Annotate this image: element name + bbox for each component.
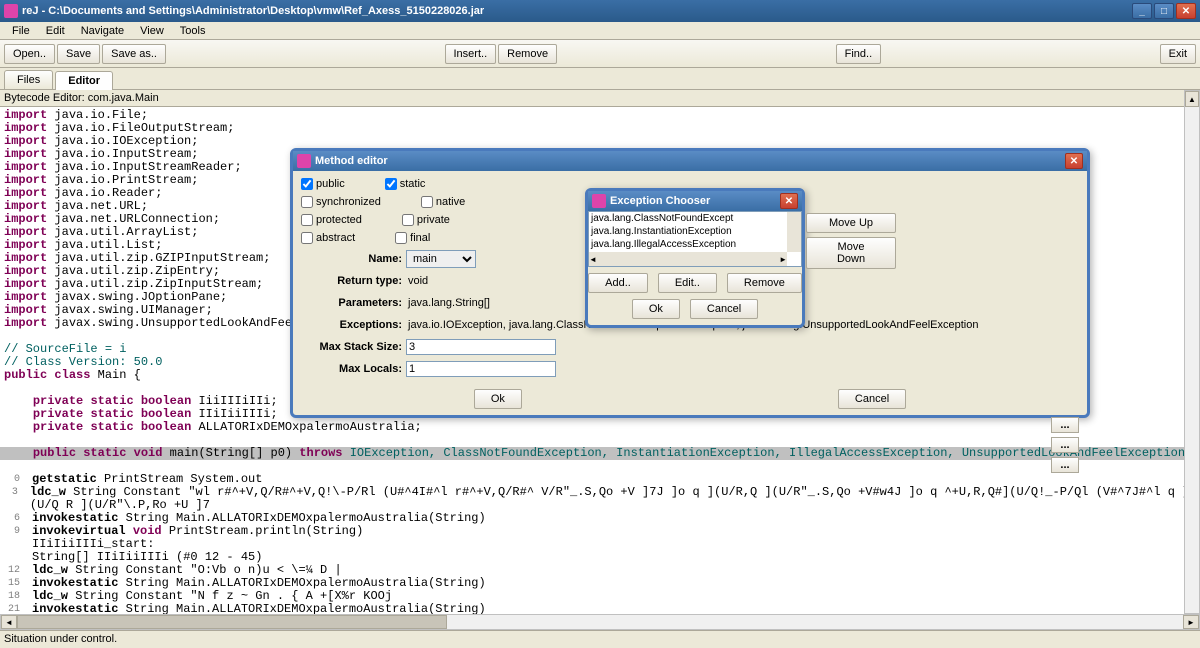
- hscrollbar[interactable]: ◄ ►: [0, 614, 1200, 630]
- rettype-label: Return type:: [301, 275, 406, 287]
- insert-button[interactable]: Insert..: [445, 44, 497, 64]
- app-icon: [4, 4, 18, 18]
- params-value: java.lang.String[]: [406, 297, 490, 309]
- ec-add-button[interactable]: Add..: [588, 273, 648, 293]
- toolbar: Open.. Save Save as.. Insert.. Remove Fi…: [0, 40, 1200, 68]
- remove-button[interactable]: Remove: [498, 44, 557, 64]
- exc-browse-button[interactable]: ...: [1051, 457, 1079, 473]
- menu-tools[interactable]: Tools: [172, 23, 214, 39]
- java-icon: [592, 194, 606, 208]
- tab-files[interactable]: Files: [4, 70, 53, 89]
- exception-list-vscroll[interactable]: [787, 212, 801, 252]
- list-item[interactable]: java.lang.InstantiationException: [589, 225, 801, 238]
- check-final[interactable]: final: [395, 232, 430, 244]
- ec-ok-button[interactable]: Ok: [632, 299, 680, 319]
- exception-list[interactable]: java.lang.ClassNotFoundExcept java.lang.…: [588, 211, 802, 267]
- check-protected[interactable]: protected: [301, 214, 362, 226]
- close-button[interactable]: ✕: [1176, 3, 1196, 19]
- exit-button[interactable]: Exit: [1160, 44, 1196, 64]
- menu-view[interactable]: View: [132, 23, 172, 39]
- check-abstract[interactable]: abstract: [301, 232, 355, 244]
- exception-chooser-sidebuttons: Move Up Move Down: [806, 213, 896, 269]
- app-title: reJ - C:\Documents and Settings\Administ…: [22, 5, 1132, 17]
- list-item[interactable]: java.lang.ClassNotFoundExcept: [589, 212, 801, 225]
- rettype-browse-button[interactable]: ...: [1051, 417, 1079, 433]
- app-titlebar: reJ - C:\Documents and Settings\Administ…: [0, 0, 1200, 22]
- exception-chooser-dialog: Exception Chooser ✕ java.lang.ClassNotFo…: [585, 188, 805, 328]
- tab-editor[interactable]: Editor: [55, 71, 113, 90]
- rettype-value: void: [406, 275, 428, 287]
- movedown-button[interactable]: Move Down: [806, 237, 896, 269]
- exception-chooser-close[interactable]: ✕: [780, 193, 798, 209]
- vscroll-up-arrow[interactable]: ▲: [1185, 91, 1199, 107]
- find-button[interactable]: Find..: [836, 44, 882, 64]
- menu-edit[interactable]: Edit: [38, 23, 73, 39]
- saveas-button[interactable]: Save as..: [102, 44, 166, 64]
- check-static[interactable]: static: [385, 178, 426, 190]
- exception-list-hscroll[interactable]: ◄►: [589, 252, 787, 266]
- name-label: Name:: [301, 253, 406, 265]
- ec-cancel-button[interactable]: Cancel: [690, 299, 758, 319]
- hscroll-left-arrow[interactable]: ◄: [1, 615, 17, 629]
- save-button[interactable]: Save: [57, 44, 100, 64]
- check-private[interactable]: private: [402, 214, 450, 226]
- tabbar: Files Editor: [0, 68, 1200, 90]
- name-select[interactable]: main: [406, 250, 476, 268]
- stack-input[interactable]: [406, 339, 556, 355]
- exception-chooser-titlebar[interactable]: Exception Chooser ✕: [588, 191, 802, 211]
- check-native[interactable]: native: [421, 196, 465, 208]
- menubar: File Edit Navigate View Tools: [0, 22, 1200, 40]
- maximize-button[interactable]: □: [1154, 3, 1174, 19]
- stack-label: Max Stack Size:: [301, 341, 406, 353]
- window-controls: _ □ ✕: [1132, 3, 1196, 19]
- open-button[interactable]: Open..: [4, 44, 55, 64]
- vscrollbar[interactable]: ▲: [1184, 90, 1200, 614]
- java-icon: [297, 154, 311, 168]
- method-editor-ok[interactable]: Ok: [474, 389, 522, 409]
- method-editor-close[interactable]: ✕: [1065, 153, 1083, 169]
- statusbar: Situation under control.: [0, 630, 1200, 648]
- hscroll-right-arrow[interactable]: ►: [1183, 615, 1199, 629]
- menu-file[interactable]: File: [4, 23, 38, 39]
- locals-label: Max Locals:: [301, 363, 406, 375]
- check-synchronized[interactable]: synchronized: [301, 196, 381, 208]
- locals-input[interactable]: [406, 361, 556, 377]
- menu-navigate[interactable]: Navigate: [73, 23, 132, 39]
- editor-header: Bytecode Editor: com.java.Main: [0, 90, 1200, 107]
- params-label: Parameters:: [301, 297, 406, 309]
- exception-chooser-title: Exception Chooser: [610, 195, 780, 207]
- ec-remove-button[interactable]: Remove: [727, 273, 802, 293]
- moveup-button[interactable]: Move Up: [806, 213, 896, 233]
- method-editor-title: Method editor: [315, 155, 1065, 167]
- check-public[interactable]: public: [301, 178, 345, 190]
- ec-edit-button[interactable]: Edit..: [658, 273, 717, 293]
- exc-label: Exceptions:: [301, 319, 406, 331]
- method-editor-cancel[interactable]: Cancel: [838, 389, 906, 409]
- minimize-button[interactable]: _: [1132, 3, 1152, 19]
- params-browse-button[interactable]: ...: [1051, 437, 1079, 453]
- method-editor-titlebar[interactable]: Method editor ✕: [293, 151, 1087, 171]
- list-item[interactable]: java.lang.IllegalAccessException: [589, 238, 801, 251]
- hscroll-thumb[interactable]: [17, 615, 447, 629]
